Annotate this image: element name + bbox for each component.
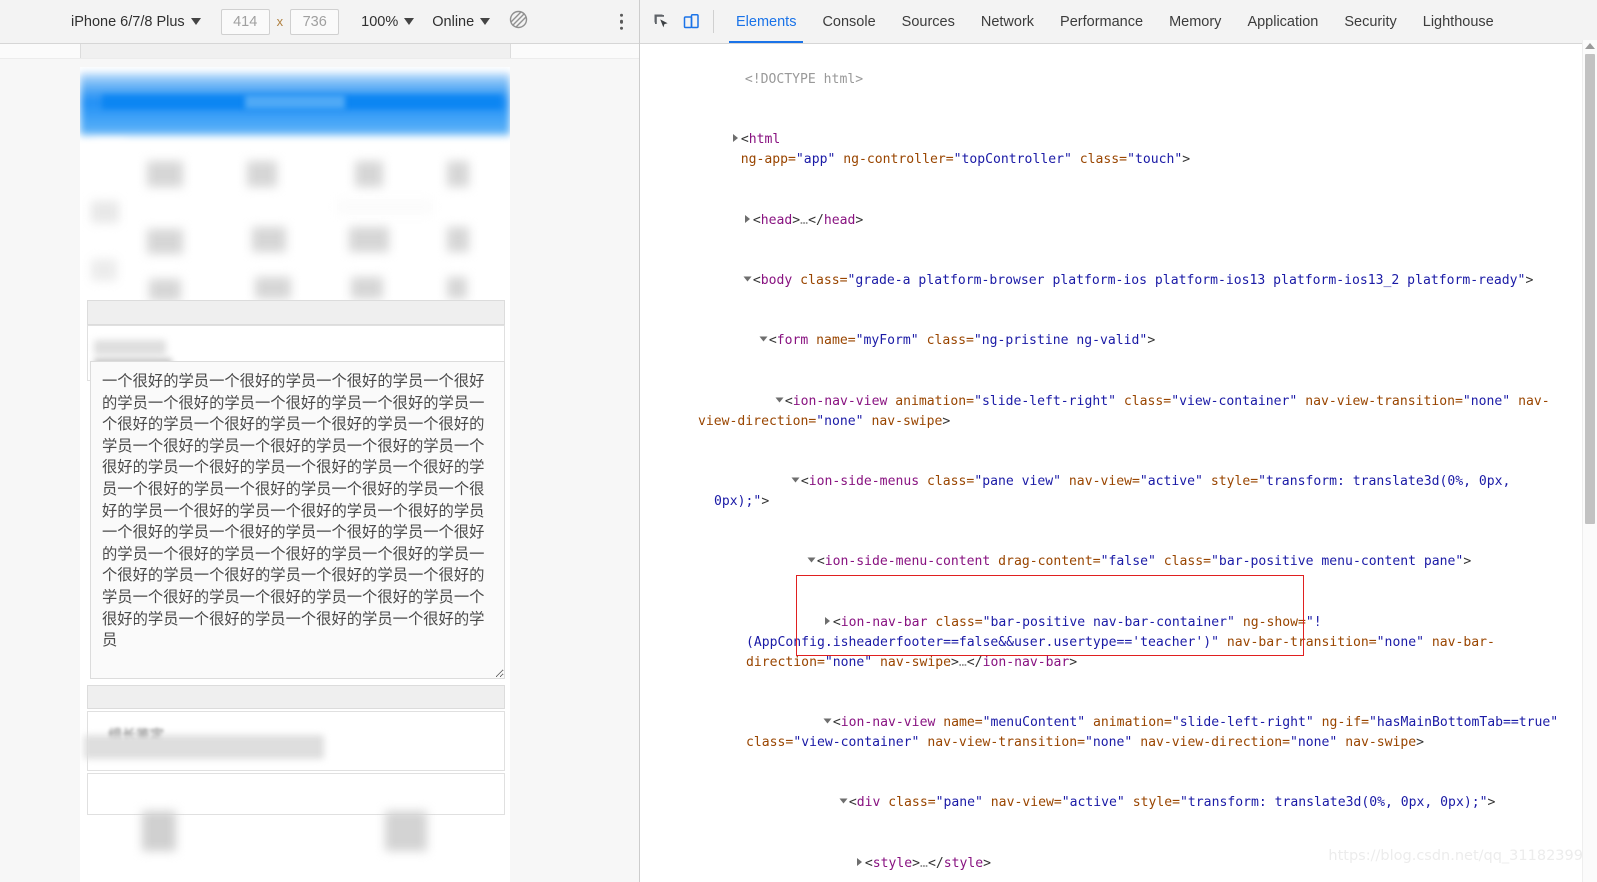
- dom-tree-scrollbar[interactable]: [1582, 40, 1597, 882]
- zoom-level-label: 100%: [361, 13, 399, 30]
- inspect-element-icon[interactable]: [646, 0, 676, 43]
- toolbar-divider: [713, 10, 714, 33]
- tab-security[interactable]: Security: [1331, 0, 1409, 43]
- device-toolbar-icon[interactable]: [676, 0, 706, 43]
- watermark-text: https://blog.csdn.net/qq_31182399: [1328, 847, 1583, 864]
- throttling-label: Online: [432, 13, 475, 30]
- devtools-panel: Elements Console Sources Network Perform…: [640, 0, 1597, 882]
- chevron-down-icon: [480, 18, 491, 25]
- tab-console[interactable]: Console: [809, 0, 888, 43]
- tab-lighthouse[interactable]: Lighthouse: [1410, 0, 1507, 43]
- section-body-blur: [84, 735, 324, 759]
- device-toolbar-more-button[interactable]: [619, 13, 623, 30]
- toolbar-left-spacer: [0, 0, 66, 43]
- expand-triangle-icon[interactable]: [824, 616, 830, 625]
- dimension-separator: x: [276, 14, 284, 29]
- expand-triangle-icon[interactable]: [744, 214, 750, 223]
- tag-name: html: [748, 132, 781, 148]
- blurred-footer-bar: [87, 807, 505, 867]
- dom-line-div-pane[interactable]: <div class="pane" nav-view="active" styl…: [652, 773, 1573, 833]
- phone-screen: 组长鉴定: [80, 67, 510, 882]
- chevron-down-icon: [190, 18, 201, 25]
- device-select[interactable]: iPhone 6/7/8 Plus: [66, 9, 206, 35]
- collapse-triangle-icon[interactable]: [759, 336, 768, 342]
- dom-line-ion-nav-view[interactable]: <ion-nav-view animation="slide-left-righ…: [652, 372, 1573, 452]
- dom-line-doctype: <!DOCTYPE html>: [652, 50, 1573, 110]
- scrollbar-thumb[interactable]: [1585, 54, 1595, 524]
- rotate-icon[interactable]: [509, 10, 528, 33]
- device-toolbar: iPhone 6/7/8 Plus 414 x 736 100% Online: [0, 0, 639, 44]
- device-emulation-pane: iPhone 6/7/8 Plus 414 x 736 100% Online: [0, 0, 640, 882]
- doctype-text: <!DOCTYPE html>: [744, 72, 864, 88]
- expand-triangle-icon[interactable]: [732, 134, 738, 143]
- collapse-triangle-icon[interactable]: [743, 276, 752, 282]
- app-header-accent-blur: [245, 95, 345, 109]
- tab-network[interactable]: Network: [968, 0, 1047, 43]
- dom-line-head[interactable]: <head>…</head>: [652, 191, 1573, 251]
- expand-triangle-icon[interactable]: [856, 857, 862, 866]
- devtools-tabbar: Elements Console Sources Network Perform…: [640, 0, 1597, 44]
- blurred-info-table: [87, 139, 505, 307]
- collapse-triangle-icon[interactable]: [791, 477, 800, 483]
- html-attrs: ng-app="app" ng-controller="topControlle…: [740, 152, 1191, 168]
- kebab-dot: [619, 19, 623, 24]
- tab-application[interactable]: Application: [1234, 0, 1331, 43]
- section-strip-grey: [87, 300, 505, 325]
- device-viewport-wrapper: 组长鉴定: [0, 59, 639, 882]
- viewport-width-input[interactable]: 414: [220, 8, 270, 35]
- dom-line-ion-side-menus[interactable]: <ion-side-menus class="pane view" nav-vi…: [652, 452, 1573, 532]
- collapse-triangle-icon[interactable]: [775, 397, 784, 403]
- tab-elements[interactable]: Elements: [723, 0, 809, 43]
- scroll-up-arrow-icon[interactable]: [1585, 43, 1595, 49]
- tab-memory[interactable]: Memory: [1156, 0, 1234, 43]
- dom-line-html[interactable]: <html ng-app="app" ng-controller="topCon…: [652, 110, 1573, 190]
- dom-line-ion-nav-view-menucontent[interactable]: <ion-nav-view name="menuContent" animati…: [652, 693, 1573, 773]
- dom-line-body[interactable]: <body class="grade-a platform-browser pl…: [652, 251, 1573, 311]
- collapse-triangle-icon[interactable]: [823, 718, 832, 724]
- collapse-triangle-icon[interactable]: [807, 557, 816, 563]
- dom-line-ion-side-menu-content[interactable]: <ion-side-menu-content drag-content="fal…: [652, 532, 1573, 592]
- chevron-down-icon: [404, 18, 415, 25]
- viewport-height-input[interactable]: 736: [290, 8, 340, 35]
- dom-line-form[interactable]: <form name="myForm" class="ng-pristine n…: [652, 311, 1573, 371]
- dom-line-ion-nav-bar[interactable]: <ion-nav-bar class="bar-positive nav-bar…: [652, 593, 1573, 693]
- network-throttling-select[interactable]: Online: [427, 9, 495, 35]
- section-title-blur: [94, 340, 166, 355]
- tab-performance[interactable]: Performance: [1047, 0, 1156, 43]
- section-strip-grey-2: [87, 685, 505, 709]
- appraisal-textarea[interactable]: [90, 361, 505, 679]
- viewport-ruler: [0, 44, 639, 59]
- dom-tree-view[interactable]: <!DOCTYPE html> <html ng-app="app" ng-co…: [640, 44, 1597, 882]
- tab-sources[interactable]: Sources: [889, 0, 968, 43]
- device-name-label: iPhone 6/7/8 Plus: [71, 13, 185, 30]
- kebab-dot: [619, 26, 623, 30]
- collapse-triangle-icon[interactable]: [839, 798, 848, 804]
- devtools-window: iPhone 6/7/8 Plus 414 x 736 100% Online: [0, 0, 1597, 882]
- zoom-select[interactable]: 100%: [356, 9, 419, 35]
- kebab-dot: [619, 13, 623, 17]
